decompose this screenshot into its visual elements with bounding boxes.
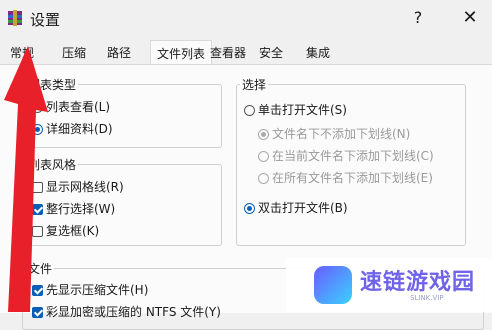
watermark-text: 速链游戏园 xyxy=(360,270,476,295)
tab-strip: 常规 压缩 路径 文件列表 查看器 安全 集成 xyxy=(0,40,492,64)
tab-security[interactable]: 安全 xyxy=(259,44,283,61)
tab-viewer[interactable]: 查看器 xyxy=(210,44,246,61)
close-button[interactable]: ✕ xyxy=(458,6,482,30)
red-arrow-annotation xyxy=(4,46,48,312)
tab-compression[interactable]: 压缩 xyxy=(62,44,86,61)
watermark-subtext: SLINK.VIP xyxy=(410,294,444,302)
help-button[interactable]: ? xyxy=(406,6,430,30)
radio-off-disabled-icon xyxy=(258,173,269,184)
single-click-radio[interactable]: 单击打开文件(S) xyxy=(244,101,347,118)
tab-paths[interactable]: 路径 xyxy=(107,44,131,61)
radio-on-disabled-icon xyxy=(258,129,269,140)
underline-current-radio[interactable]: 在当前文件名下添加下划线(C) xyxy=(258,147,434,164)
no-underline-radio[interactable]: 文件名下不添加下划线(N) xyxy=(258,125,410,142)
selection-title: 选择 xyxy=(240,76,269,93)
radio-off-icon xyxy=(244,105,255,116)
winrar-app-icon xyxy=(8,10,22,26)
radio-off-disabled-icon xyxy=(258,151,269,162)
window-title: 设置 xyxy=(30,11,61,29)
tab-file-list[interactable]: 文件列表 xyxy=(150,40,213,64)
radio-on-icon xyxy=(244,203,255,214)
title-bar: 设置 ? ✕ xyxy=(0,0,492,38)
tab-integration[interactable]: 集成 xyxy=(306,44,330,61)
watermark-logo-icon xyxy=(314,266,352,304)
watermark: 速链游戏园 SLINK.VIP xyxy=(286,258,492,312)
list-type-group xyxy=(22,84,222,148)
underline-all-radio[interactable]: 在所有文件名下添加下划线(E) xyxy=(258,169,433,186)
double-click-radio[interactable]: 双击打开文件(B) xyxy=(244,199,348,216)
